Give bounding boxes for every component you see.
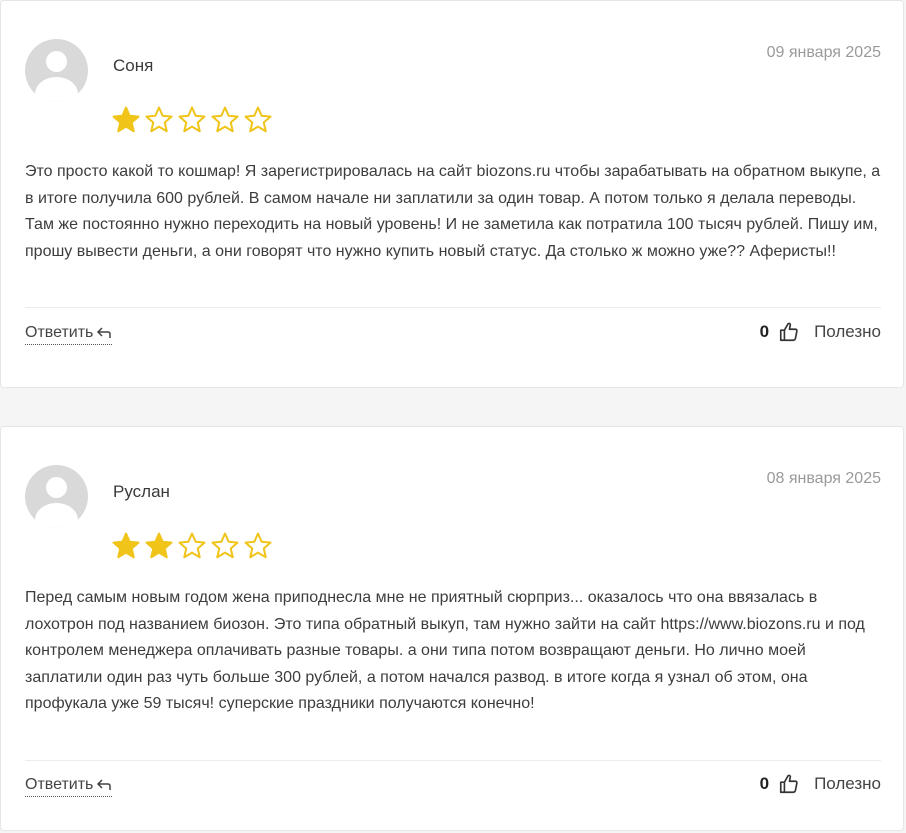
helpful-block: 0 Полезно xyxy=(760,321,881,343)
helpful-block: 0 Полезно xyxy=(760,773,881,795)
review-card: Соня 09 января 2025 Это просто какой то … xyxy=(0,0,904,388)
divider xyxy=(25,760,881,761)
reply-button[interactable]: Ответить xyxy=(25,324,113,345)
review-date: 09 января 2025 xyxy=(766,44,881,61)
helpful-count: 0 xyxy=(759,774,770,793)
star-filled-icon xyxy=(112,106,140,133)
star-rating xyxy=(111,105,273,135)
review-text: Это просто какой то кошмар! Я зарегистри… xyxy=(25,163,881,260)
helpful-button[interactable]: Полезно xyxy=(814,774,881,794)
reply-arrow-icon xyxy=(97,327,112,338)
review-date: 08 января 2025 xyxy=(766,470,881,487)
divider xyxy=(25,307,881,308)
avatar-placeholder-icon xyxy=(46,51,67,72)
avatar xyxy=(25,39,88,102)
star-filled-icon xyxy=(145,532,173,559)
review-card: Руслан 08 января 2025 Перед самым новым … xyxy=(0,426,904,831)
review-author: Соня xyxy=(113,56,154,75)
review-text: Перед самым новым годом жена приподнесла… xyxy=(25,589,865,712)
star-empty-icon xyxy=(178,106,206,133)
star-empty-icon xyxy=(178,532,206,559)
reply-label: Ответить xyxy=(25,324,94,341)
helpful-button[interactable]: Полезно xyxy=(814,322,881,342)
star-filled-icon xyxy=(112,532,140,559)
star-empty-icon xyxy=(244,106,272,133)
reply-label: Ответить xyxy=(25,776,94,793)
star-rating xyxy=(111,531,273,561)
thumbs-up-icon[interactable] xyxy=(778,321,800,343)
avatar-placeholder-icon xyxy=(46,477,67,498)
reply-arrow-icon xyxy=(97,779,112,790)
helpful-count: 0 xyxy=(759,322,770,341)
reply-button[interactable]: Ответить xyxy=(25,776,113,797)
star-empty-icon xyxy=(211,106,239,133)
avatar xyxy=(25,465,88,528)
thumbs-up-icon[interactable] xyxy=(778,773,800,795)
star-empty-icon xyxy=(244,532,272,559)
star-empty-icon xyxy=(145,106,173,133)
review-author: Руслан xyxy=(113,482,170,501)
star-empty-icon xyxy=(211,532,239,559)
